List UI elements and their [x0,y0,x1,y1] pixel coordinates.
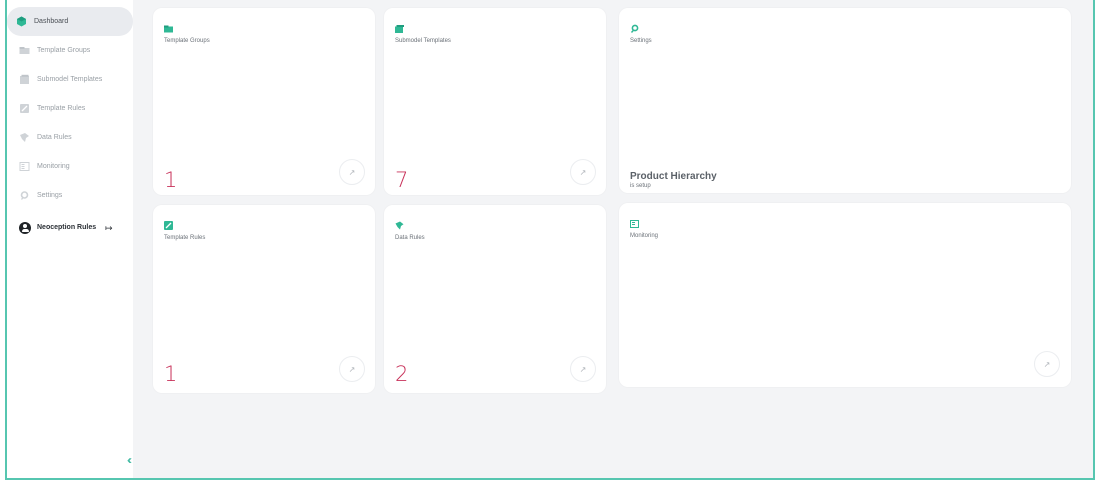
arrow-up-right-icon: ↗ [1043,359,1051,369]
sidebar-item-label: Dashboard [34,18,69,25]
template-rules-icon [164,217,173,230]
sidebar-item-data-rules[interactable]: Data Rules [10,123,132,152]
card-title: Monitoring [630,233,659,239]
data-rules-icon [395,217,404,230]
card-title: Settings [630,38,652,44]
sidebar-item-settings[interactable]: Settings [10,181,132,210]
sidebar-item-dashboard[interactable]: Dashboard [7,7,133,36]
monitoring-card[interactable]: Monitoring ↗ [619,203,1071,387]
arrow-up-right-icon: ↗ [348,167,356,177]
open-arrow-button[interactable]: ↗ [570,356,596,382]
open-arrow-button[interactable]: ↗ [339,159,365,185]
data-rules-count: 2 [395,362,409,386]
submodel-templates-icon [395,20,404,33]
arrow-up-right-icon: ↗ [579,364,587,374]
dashboard-icon [16,16,27,27]
open-arrow-button[interactable]: ↗ [570,159,596,185]
template-rules-count: 1 [164,362,178,386]
sidebar-item-label: Settings [37,192,63,199]
sidebar-item-label: Template Groups [37,47,91,54]
submodel-templates-card[interactable]: Submodel Templates 7 ↗ [384,8,606,195]
settings-icon [630,20,639,33]
sidebar-item-template-groups[interactable]: Template Groups [10,36,132,65]
sidebar-item-label: Template Rules [37,105,86,112]
open-arrow-button[interactable]: ↗ [339,356,365,382]
double-chevron-left-icon[interactable]: ‹‹ [127,453,132,467]
template-groups-icon [164,20,173,33]
sidebar-item-submodel-templates[interactable]: Submodel Templates [10,65,132,94]
settings-icon [19,190,30,201]
data-rules-icon [19,132,30,143]
sidebar: Dashboard Template Groups Submodel Templ… [7,0,133,478]
sidebar-item-label: Monitoring [37,163,70,170]
submodel-templates-icon [19,74,30,85]
settings-card[interactable]: Settings Product Hierarchy is setup [619,8,1071,193]
card-title: Submodel Templates [395,38,451,44]
monitoring-icon [19,161,30,172]
template-groups-icon [19,45,30,56]
arrow-up-right-icon: ↗ [579,167,587,177]
template-rules-icon [19,103,30,114]
sidebar-item-monitoring[interactable]: Monitoring [10,152,132,181]
product-hierarchy-status: is setup [630,183,651,189]
sidebar-item-template-rules[interactable]: Template Rules [10,94,132,123]
template-groups-count: 1 [164,168,178,192]
user-name: Neoception Rules [37,224,97,231]
open-arrow-button[interactable]: ↗ [1034,351,1060,377]
sidebar-item-label: Submodel Templates [37,76,103,83]
sidebar-item-label: Data Rules [37,134,72,141]
template-groups-card[interactable]: Template Groups 1 ↗ [153,8,375,195]
avatar [19,222,31,234]
arrow-up-right-icon: ↗ [348,364,356,374]
card-title: Data Rules [395,235,425,241]
card-title: Template Groups [164,38,210,44]
data-rules-card[interactable]: Data Rules 2 ↗ [384,205,606,393]
card-title: Template Rules [164,235,206,241]
product-hierarchy-title: Product Hierarchy [630,171,717,182]
template-rules-card[interactable]: Template Rules 1 ↗ [153,205,375,393]
submodel-templates-count: 7 [395,168,409,192]
logout-icon[interactable]: ↦ [105,223,113,233]
user-row: Neoception Rules ↦ [10,221,132,237]
monitoring-icon [630,215,639,228]
